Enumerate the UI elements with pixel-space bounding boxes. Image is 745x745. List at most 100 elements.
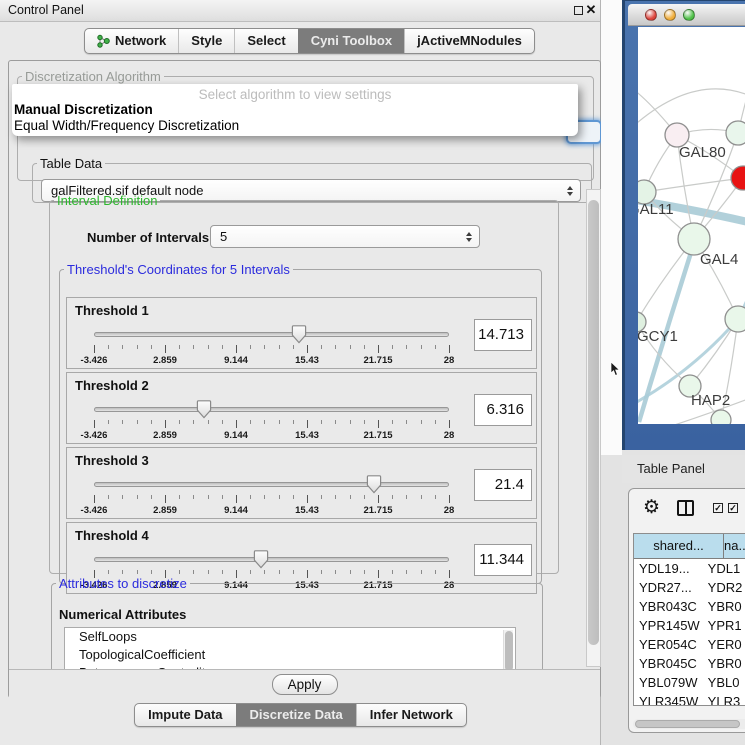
top-tab[interactable]: Style: [178, 29, 234, 53]
slider-ticks: [94, 345, 449, 354]
float-window-icon[interactable]: [574, 6, 583, 15]
settings-panel: Discretization Algorithm Table Data galF…: [8, 60, 601, 698]
algorithm-option[interactable]: Manual Discretization: [14, 102, 580, 118]
slider-handle-icon[interactable]: [196, 400, 212, 419]
network-node-red[interactable]: [731, 166, 745, 190]
table-body: YDL19... YDL1 YDR27... YDR2 YBR043C YBR0…: [634, 559, 745, 706]
number-of-intervals-combobox[interactable]: 5: [210, 225, 480, 248]
interval-definition-group-label: Interval Definition: [54, 193, 160, 208]
table-panel-bar: Table Panel: [622, 455, 745, 483]
slider-handle-icon[interactable]: [253, 550, 269, 569]
table-row[interactable]: YPR145W YPR1: [634, 616, 745, 635]
cell-name[interactable]: YBL0: [704, 673, 745, 692]
threshold-label: Threshold 2: [75, 378, 149, 393]
threshold-slider[interactable]: -3.4262.8599.14415.4321.71528: [94, 328, 449, 366]
table-row[interactable]: YLR345W YLR3: [634, 692, 745, 706]
slider-track[interactable]: [94, 407, 449, 412]
slider-handle-icon[interactable]: [291, 325, 307, 344]
mouse-cursor: [610, 362, 621, 377]
table-row[interactable]: YBL079W YBL0: [634, 673, 745, 692]
list-scrollbar[interactable]: [503, 630, 513, 669]
table-horizontal-scrollbar[interactable]: [633, 719, 745, 729]
columns-icon[interactable]: [677, 500, 694, 516]
table-row[interactable]: YER054C YER0: [634, 635, 745, 654]
algorithm-option[interactable]: Equal Width/Frequency Discretization: [14, 118, 580, 134]
tab-label: Infer Network: [370, 707, 453, 722]
close-icon[interactable]: ✕: [584, 2, 598, 18]
top-tab[interactable]: Cyni Toolbox: [298, 29, 404, 53]
cell-shared-name[interactable]: YBL079W: [634, 673, 704, 692]
network-node-top-right[interactable]: [726, 121, 745, 145]
discretization-algorithm-group-label: Discretization Algorithm: [22, 69, 164, 84]
network-node-h[interactable]: [725, 306, 745, 332]
list-scrollbar-thumb[interactable]: [505, 631, 513, 669]
table-row[interactable]: YDL19... YDL1: [634, 559, 745, 578]
network-node-label: GAL4: [700, 251, 738, 268]
apply-button[interactable]: Apply: [272, 674, 338, 695]
tab-label: Network: [115, 33, 166, 48]
network-graph[interactable]: GAL80GCGAL11GAL4GCY1HHAP2: [638, 27, 745, 424]
slider-tick-labels: -3.4262.8599.14415.4321.71528: [94, 430, 449, 441]
threshold-panel: Threshold 3: [66, 447, 537, 519]
bottom-tab[interactable]: Discretize Data: [236, 704, 356, 726]
cell-name[interactable]: YBR0: [704, 597, 745, 616]
table-row[interactable]: YBR045C YBR0: [634, 654, 745, 673]
cell-name[interactable]: YER0: [704, 635, 745, 654]
cell-name[interactable]: YPR1: [704, 616, 745, 635]
minimize-traffic-light-icon[interactable]: [664, 9, 676, 21]
cell-shared-name[interactable]: YPR145W: [634, 616, 704, 635]
cell-shared-name[interactable]: YBR043C: [634, 597, 704, 616]
top-tab[interactable]: jActiveMNodules: [404, 29, 534, 53]
attribute-list-item[interactable]: SelfLoops: [65, 628, 515, 646]
network-edge[interactable]: [644, 178, 743, 192]
zoom-traffic-light-icon[interactable]: [683, 9, 695, 21]
node-table: shared...na... YDL19... YDL1 YDR27... YD…: [633, 533, 745, 706]
attribute-list-item[interactable]: TopologicalCoefficient: [65, 646, 515, 664]
numerical-attributes-label: Numerical Attributes: [59, 607, 186, 622]
bottom-tab[interactable]: Impute Data: [135, 704, 235, 726]
network-node-bottom[interactable]: [711, 410, 731, 424]
slider-track[interactable]: [94, 482, 449, 487]
cell-shared-name[interactable]: YBR045C: [634, 654, 704, 673]
cell-shared-name[interactable]: YDL19...: [634, 559, 704, 578]
threshold-slider[interactable]: -3.4262.8599.14415.4321.71528: [94, 403, 449, 441]
cell-shared-name[interactable]: YER054C: [634, 635, 704, 654]
thresholds-group: Threshold's Coordinates for 5 Intervals …: [59, 262, 542, 584]
thresholds-group-label: Threshold's Coordinates for 5 Intervals: [64, 262, 293, 277]
checkbox-icon[interactable]: ✓: [728, 503, 738, 513]
table-row[interactable]: YBR043C YBR0: [634, 597, 745, 616]
scrollbar-thumb[interactable]: [588, 200, 599, 645]
threshold-value-field[interactable]: 21.4: [474, 469, 532, 501]
network-canvas[interactable]: GAL80GCGAL11GAL4GCY1HHAP2: [638, 27, 745, 424]
window-title: Control Panel: [8, 3, 84, 17]
column-header[interactable]: shared...: [634, 534, 724, 559]
column-header[interactable]: na...: [724, 534, 745, 559]
table-header-row: shared...na...: [634, 534, 745, 559]
top-tab[interactable]: Network: [85, 29, 178, 53]
threshold-value-field[interactable]: 14.713: [474, 319, 532, 351]
threshold-value-field[interactable]: 11.344: [474, 544, 532, 576]
attributes-group-label: Attributes to discretize: [56, 576, 190, 591]
threshold-slider[interactable]: -3.4262.8599.14415.4321.71528: [94, 478, 449, 516]
close-traffic-light-icon[interactable]: [645, 9, 657, 21]
bottom-tab[interactable]: Infer Network: [356, 704, 466, 726]
cell-name[interactable]: YDR2: [704, 578, 745, 597]
slider-track[interactable]: [94, 557, 449, 562]
scrollbar-thumb[interactable]: [635, 720, 740, 728]
cell-name[interactable]: YLR3: [704, 692, 745, 706]
table-row[interactable]: YDR27... YDR2: [634, 578, 745, 597]
cell-name[interactable]: YBR0: [704, 654, 745, 673]
cell-name[interactable]: YDL1: [704, 559, 745, 578]
slider-track[interactable]: [94, 332, 449, 337]
top-tab[interactable]: Select: [234, 29, 297, 53]
settings-vertical-scrollbar[interactable]: [586, 189, 601, 667]
gear-icon[interactable]: ⚙: [643, 497, 660, 519]
attributes-group: Attributes to discretize Numerical Attri…: [51, 576, 543, 669]
threshold-value-field[interactable]: 6.316: [474, 394, 532, 426]
slider-handle-icon[interactable]: [366, 475, 382, 494]
tab-label: Style: [191, 33, 222, 48]
checkbox-icon[interactable]: ✓: [713, 503, 723, 513]
cell-shared-name[interactable]: YLR345W: [634, 692, 704, 706]
cell-shared-name[interactable]: YDR27...: [634, 578, 704, 597]
numerical-attributes-list: SelfLoopsTopologicalCoefficientBetweenne…: [64, 627, 516, 669]
